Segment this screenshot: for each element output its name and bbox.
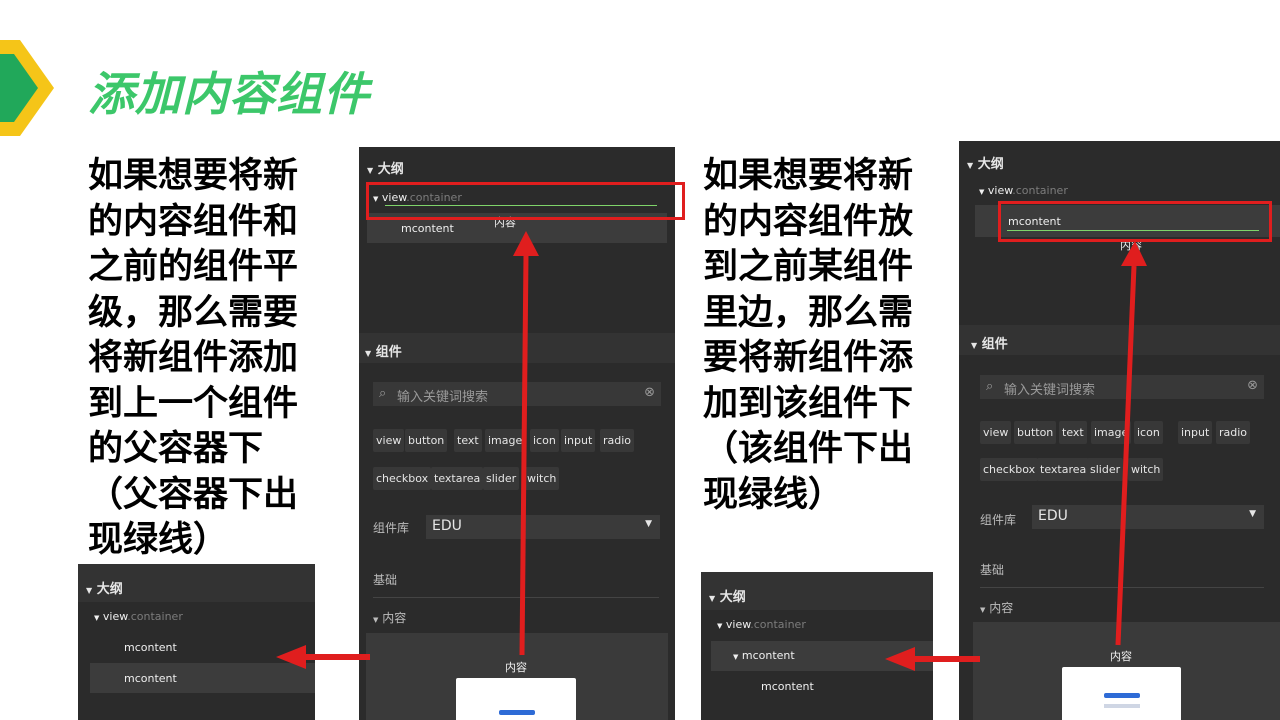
- annotation-arrows: [276, 231, 1147, 671]
- arrow-left-bottom-head: [276, 645, 306, 669]
- arrow-up-right-head: [1121, 241, 1147, 266]
- arrow-up-center-head: [513, 231, 539, 256]
- arrow-up-center: [519, 254, 529, 656]
- arrow-up-right: [1115, 265, 1137, 646]
- arrow-left-right-head: [885, 647, 915, 671]
